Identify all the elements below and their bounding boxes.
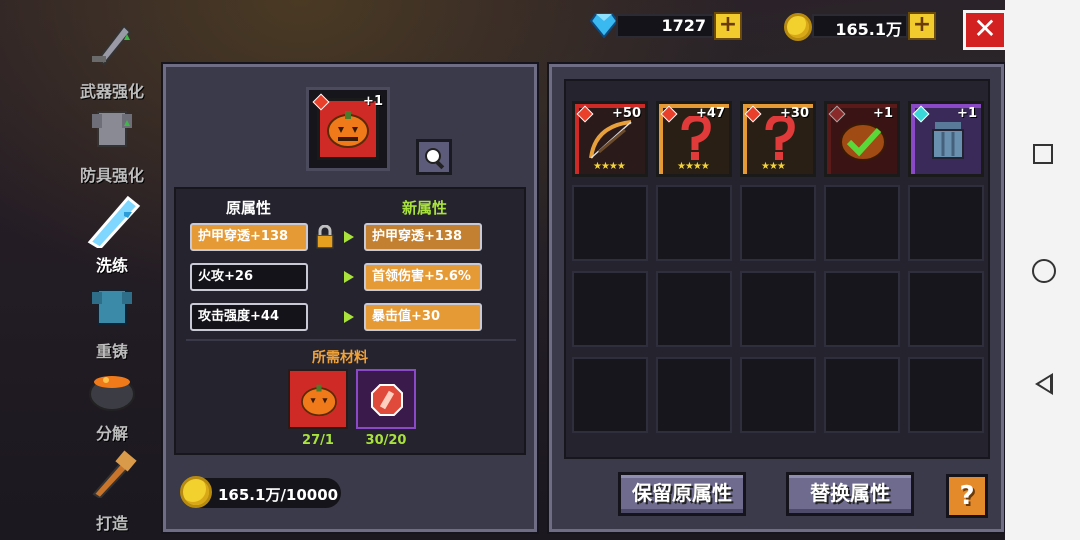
item-level: +1 [957,106,977,121]
empty-slot[interactable] [656,271,732,347]
empty-slot[interactable] [656,357,732,433]
empty-slot[interactable] [908,185,984,261]
empty-slot[interactable] [824,185,900,261]
new-attr-2: 首领伤害+5.6% [364,263,482,291]
old-attr-3: 攻击强度+44 [190,303,308,331]
old-attr-2: 火攻+26 [190,263,308,291]
inventory-item[interactable]: +30 ★★★ [740,101,816,177]
magnifier-icon [425,148,445,170]
material-slot-2[interactable] [356,369,416,429]
empty-slot[interactable] [740,271,816,347]
diamond-icon [590,13,618,38]
menu-armor-upgrade[interactable]: 防具强化 [72,104,152,185]
empty-slot[interactable] [908,357,984,433]
pumpkin-icon [301,384,337,417]
inventory-panel: +50 ★★★★ +47 ★★★★ +30 ★★★ +1 +1 [549,64,1004,532]
reforge-sword-icon [87,195,141,248]
coin-icon [180,476,212,508]
system-nav-bar [1005,0,1080,540]
red-whip-icon [765,116,795,160]
item-stars: ★★★★ [677,161,710,172]
reforge-panel: +1 原属性 新属性 护甲穿透+138 护甲穿透+138 火攻+26 首领伤害+… [163,64,537,532]
item-level: +1 [873,106,893,121]
reforge-stone-icon [371,384,403,416]
empty-slot[interactable] [572,185,648,261]
material-count-2: 30/20 [365,433,407,448]
item-level: +50 [612,106,641,121]
gold-count: 165.1万 [835,20,902,39]
material-count-1: 27/1 [302,433,334,448]
close-button[interactable]: ✕ [963,10,1007,50]
inventory-item[interactable]: +47 ★★★★ [656,101,732,177]
inventory-grid: +50 ★★★★ +47 ★★★★ +30 ★★★ +1 +1 [564,79,990,459]
blue-armor-icon [932,122,964,159]
menu-reforge[interactable]: 洗练 [72,188,152,276]
old-attr-header: 原属性 [226,199,272,217]
empty-slot[interactable] [740,357,816,433]
sword-icon [92,24,132,66]
menu-weapon-upgrade[interactable]: 武器强化 [72,20,152,101]
divider [186,339,516,341]
material-slot-1[interactable] [288,369,348,429]
inspect-button[interactable] [416,139,452,175]
arrow-icon [344,271,354,283]
bow-icon [589,120,632,159]
cauldron-icon [89,376,135,411]
add-gems-button[interactable]: + [714,12,742,40]
new-attr-3: 暴击值+30 [364,303,482,331]
inventory-item[interactable]: +1 [824,101,900,177]
gem-count: 1727 [661,16,706,35]
item-level: +47 [696,106,725,121]
hammer-icon [92,450,137,498]
empty-slot[interactable] [572,357,648,433]
empty-slot[interactable] [908,271,984,347]
pumpkin-icon [327,111,369,148]
item-level: +30 [780,106,809,121]
item-stars: ★★★★ [593,161,626,172]
recents-icon[interactable] [1033,144,1053,164]
armor-icon [92,111,132,147]
back-icon[interactable] [1035,373,1053,395]
add-gold-button[interactable]: + [908,12,936,40]
materials-title: 所需材料 [312,350,368,366]
new-attr-header: 新属性 [402,199,448,217]
keep-original-button[interactable]: 保留原属性 [618,472,746,516]
new-attr-1: 护甲穿透+138 [364,223,482,251]
red-whip-icon [681,116,711,160]
blue-armor-icon [92,289,132,325]
arrow-icon [344,311,354,323]
menu-forge[interactable]: 打造 [72,450,152,534]
coin-icon [784,13,812,41]
item-level: +1 [363,94,383,109]
inventory-item[interactable]: +50 ★★★★ [572,101,648,177]
arrow-icon [344,231,354,243]
old-attr-1: 护甲穿透+138 [190,223,308,251]
lock-icon[interactable] [314,225,336,249]
gold-cost: 165.1万/10000 [218,486,339,504]
inventory-item[interactable]: +1 [908,101,984,177]
item-stars: ★★★ [761,161,786,172]
pumpkin-check-icon [840,123,886,161]
home-icon[interactable] [1032,259,1056,283]
empty-slot[interactable] [740,185,816,261]
attribute-area: 原属性 新属性 护甲穿透+138 护甲穿透+138 火攻+26 首领伤害+5.6… [174,187,526,455]
empty-slot[interactable] [824,357,900,433]
empty-slot[interactable] [656,185,732,261]
selected-item-slot[interactable]: +1 [306,87,390,171]
empty-slot[interactable] [824,271,900,347]
menu-recast[interactable]: 重铸 [72,282,152,362]
replace-attributes-button[interactable]: 替换属性 [786,472,914,516]
menu-disassemble[interactable]: 分解 [72,366,152,446]
empty-slot[interactable] [572,271,648,347]
help-button[interactable]: ? [946,474,988,518]
